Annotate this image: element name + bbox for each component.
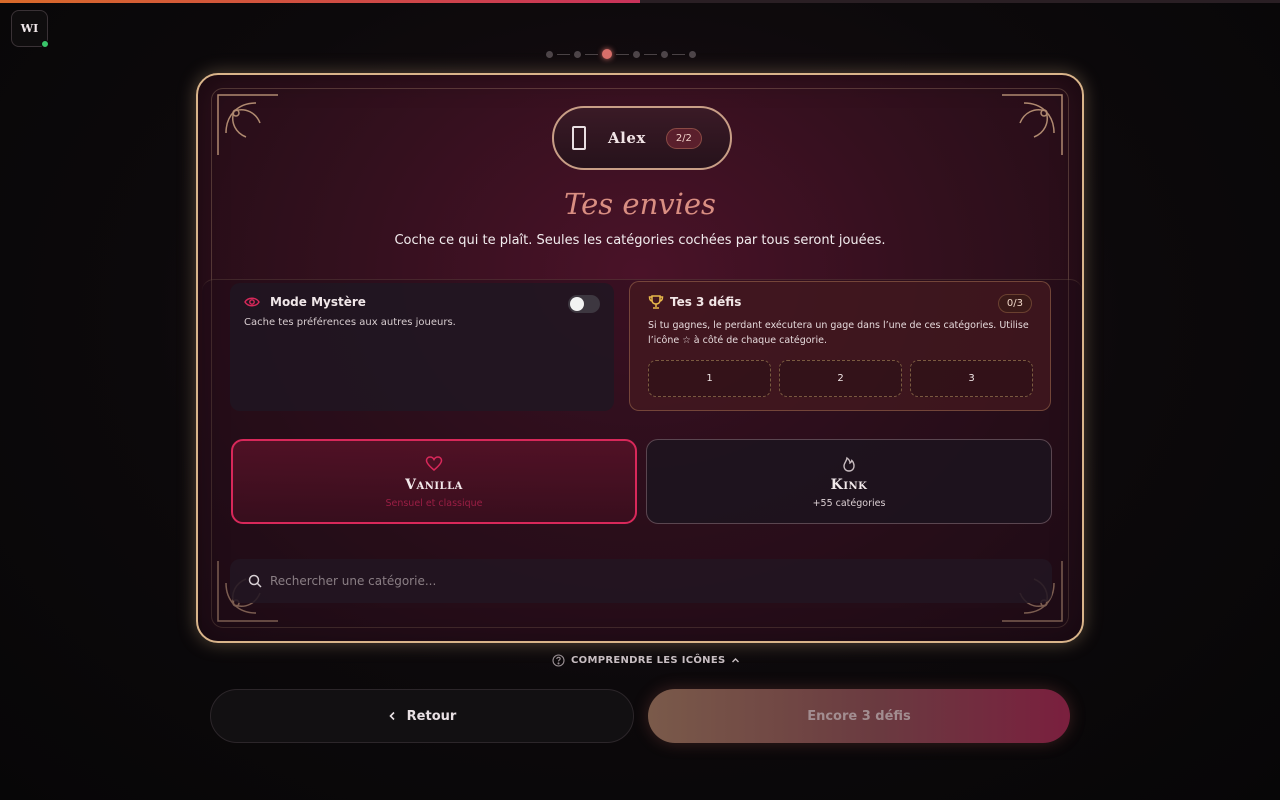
- flame-icon: [843, 456, 855, 472]
- icon-legend-toggle[interactable]: COMPRENDRE LES ICÔNES: [552, 652, 740, 668]
- continue-button-label: Encore 3 défis: [807, 708, 911, 724]
- vanilla-card[interactable]: Vanilla Sensuel et classique: [231, 439, 637, 524]
- step-dot: [546, 50, 553, 58]
- mystery-mode-box: Mode Mystère Cache tes préférences aux a…: [230, 283, 614, 411]
- player-name: Alex: [608, 129, 646, 147]
- trophy-icon: [648, 295, 664, 309]
- page-title: Tes envies: [564, 187, 716, 221]
- step-dot: [574, 50, 581, 58]
- top-progress-bar: [0, 0, 1280, 3]
- help-circle-icon: [552, 653, 565, 667]
- continue-button[interactable]: Encore 3 défis: [648, 689, 1070, 743]
- player-count-badge: 2/2: [665, 127, 702, 149]
- corner-ornament-icon: [217, 94, 278, 155]
- challenge-slot-1[interactable]: 1: [648, 360, 771, 397]
- kink-card[interactable]: Kink +55 catégories: [646, 439, 1052, 524]
- chevron-up-icon: [732, 657, 740, 662]
- back-button-label: Retour: [406, 708, 457, 724]
- challenge-slot-3[interactable]: 3: [910, 360, 1033, 397]
- step-dot: [661, 50, 668, 58]
- toggle-knob: [570, 297, 584, 311]
- kink-title: Kink: [830, 476, 868, 493]
- category-search: [230, 559, 1052, 603]
- step-connector: [616, 53, 629, 55]
- user-avatar-badge[interactable]: WI: [11, 10, 49, 48]
- step-connector: [557, 53, 570, 55]
- online-status-dot: [41, 40, 49, 48]
- step-dot-current: [602, 49, 612, 59]
- category-search-input[interactable]: [270, 574, 1030, 588]
- step-connector: [644, 53, 657, 55]
- challenges-description: Si tu gagnes, le perdant exécutera un ga…: [648, 320, 1029, 346]
- heart-icon: [425, 455, 443, 471]
- phone-icon: [572, 126, 586, 150]
- step-dot: [689, 50, 696, 58]
- eye-icon: [244, 297, 260, 307]
- back-button[interactable]: Retour: [210, 689, 634, 743]
- mystery-mode-title: Mode Mystère: [270, 295, 366, 309]
- kink-subtitle: +55 catégories: [812, 497, 886, 509]
- challenges-box: Tes 3 défis 0/3 Si tu gagnes, le perdant…: [629, 281, 1051, 411]
- vanilla-subtitle: Sensuel et classique: [385, 497, 483, 509]
- user-initials: WI: [20, 22, 39, 35]
- step-connector: [585, 53, 598, 55]
- step-connector: [672, 53, 685, 55]
- top-progress-fill: [0, 0, 640, 3]
- challenges-count-badge: 0/3: [997, 294, 1032, 313]
- challenges-title: Tes 3 défis: [670, 295, 742, 309]
- mystery-mode-description: Cache tes préférences aux autres joueurs…: [244, 317, 456, 328]
- page-subtitle: Coche ce qui te plaît. Seules les catégo…: [394, 233, 886, 248]
- vanilla-title: Vanilla: [405, 476, 463, 493]
- challenge-slot-2[interactable]: 2: [779, 360, 902, 397]
- mystery-mode-toggle[interactable]: [568, 295, 600, 313]
- step-dot: [633, 50, 640, 58]
- corner-ornament-icon: [1002, 94, 1063, 155]
- preferences-card: Alex 2/2 Tes envies Coche ce qui te plaî…: [196, 73, 1084, 643]
- chevron-left-icon: [389, 711, 395, 721]
- search-icon: [248, 574, 262, 588]
- challenge-slots: 1 2 3: [648, 360, 1041, 397]
- icon-legend-label: COMPRENDRE LES ICÔNES: [571, 654, 726, 666]
- step-indicator: [546, 49, 696, 59]
- current-player-pill: Alex 2/2: [552, 106, 732, 170]
